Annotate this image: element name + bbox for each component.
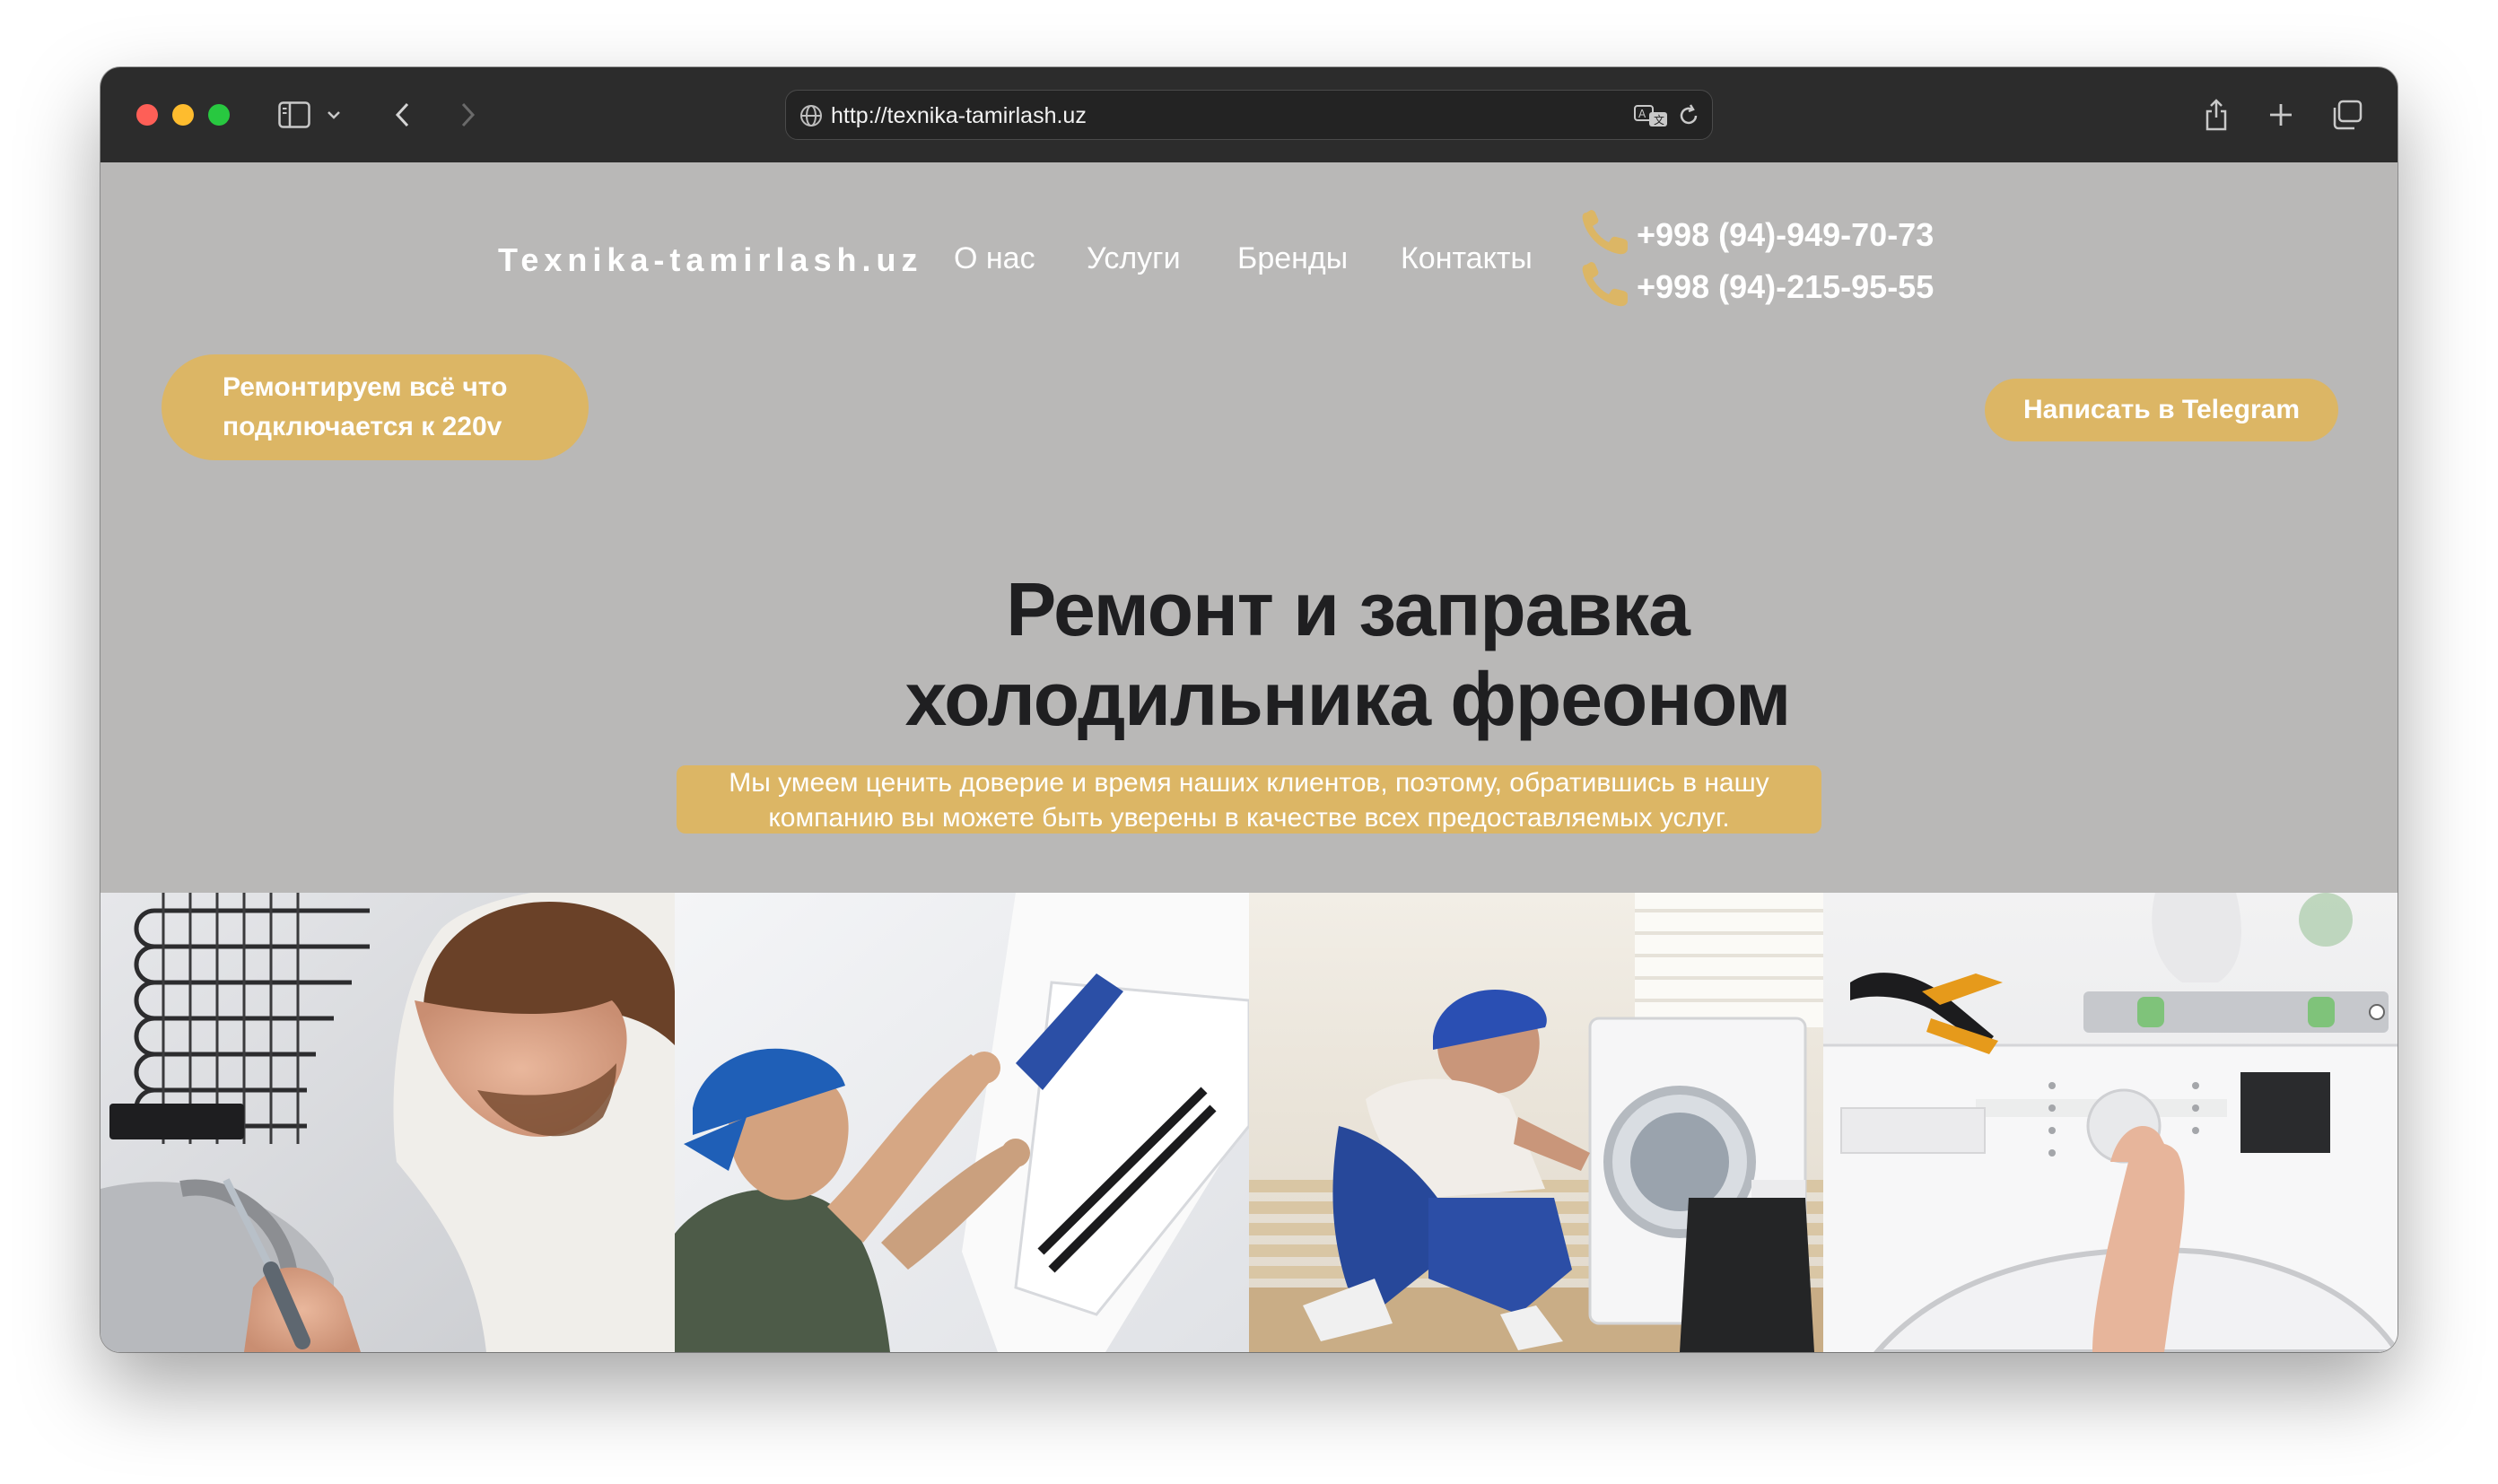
hero-title-line-1: Ремонт и заправка [1006,567,1690,651]
hero-subtitle-line-1: Мы умеем ценить доверие и время наших кл… [729,768,1769,798]
close-window-button[interactable] [136,104,158,126]
repair-badge: Ремонтируем всё что подключается к 220v [162,354,589,460]
browser-window: http://texnika-tamirlash.uz A文 Texnika-t… [100,67,2398,1352]
browser-toolbar: http://texnika-tamirlash.uz A文 [100,67,2398,163]
svg-text:文: 文 [1654,113,1664,127]
phone-number-1[interactable]: +998 (94)-949-70-73 [1637,216,1934,254]
phone-number-2[interactable]: +998 (94)-215-95-55 [1637,268,1934,306]
repair-badge-text: Ремонтируем всё что подключается к 220v [223,372,508,441]
translate-icon[interactable]: A文 [1633,103,1669,133]
nav-contacts[interactable]: Контакты [1401,241,1533,276]
hero-subtitle: Мы умеем ценить доверие и время наших кл… [677,765,1821,834]
new-tab-icon[interactable] [2263,98,2299,132]
minimize-window-button[interactable] [172,104,194,126]
page-content: Texnika-tamirlash.uz О нас Услуги Бренды… [100,162,2398,1352]
maximize-window-button[interactable] [208,104,230,126]
nav-brands[interactable]: Бренды [1237,241,1348,276]
address-bar[interactable]: http://texnika-tamirlash.uz A文 [785,90,1713,140]
chevron-down-icon[interactable] [325,98,343,132]
back-icon[interactable] [389,98,416,132]
photo-washing-machine-repair [1249,893,1823,1352]
url-text[interactable]: http://texnika-tamirlash.uz [831,103,1087,128]
globe-icon [799,103,824,133]
share-icon[interactable] [2198,98,2234,132]
tabs-overview-icon[interactable] [2329,98,2365,132]
photo-washer-tools [1823,893,2398,1352]
photo-fridge-repair [100,893,675,1352]
telegram-button[interactable]: Написать в Telegram [1985,379,2338,441]
service-photos [100,893,2398,1352]
phone-link-2[interactable]: +998 (94)-215-95-55 [1581,261,1934,312]
photo-ac-repair [675,893,1249,1352]
nav-services[interactable]: Услуги [1087,241,1181,276]
nav-about[interactable]: О нас [954,241,1035,276]
phone-link-1[interactable]: +998 (94)-949-70-73 [1581,209,1934,260]
sidebar-icon[interactable] [276,98,312,132]
svg-text:A: A [1638,108,1646,120]
phone-icon [1581,209,1637,260]
forward-icon[interactable] [454,98,481,132]
hero-title: Ремонт и заправка холодильника фреоном [639,564,2057,744]
hero-subtitle-line-2: компанию вы можете быть уверены в качест… [768,803,1730,833]
hero-title-line-2: холодильника фреоном [904,657,1792,741]
reload-icon[interactable] [1676,103,1701,133]
phone-icon [1581,261,1637,312]
site-logo[interactable]: Texnika-tamirlash.uz [498,241,922,279]
